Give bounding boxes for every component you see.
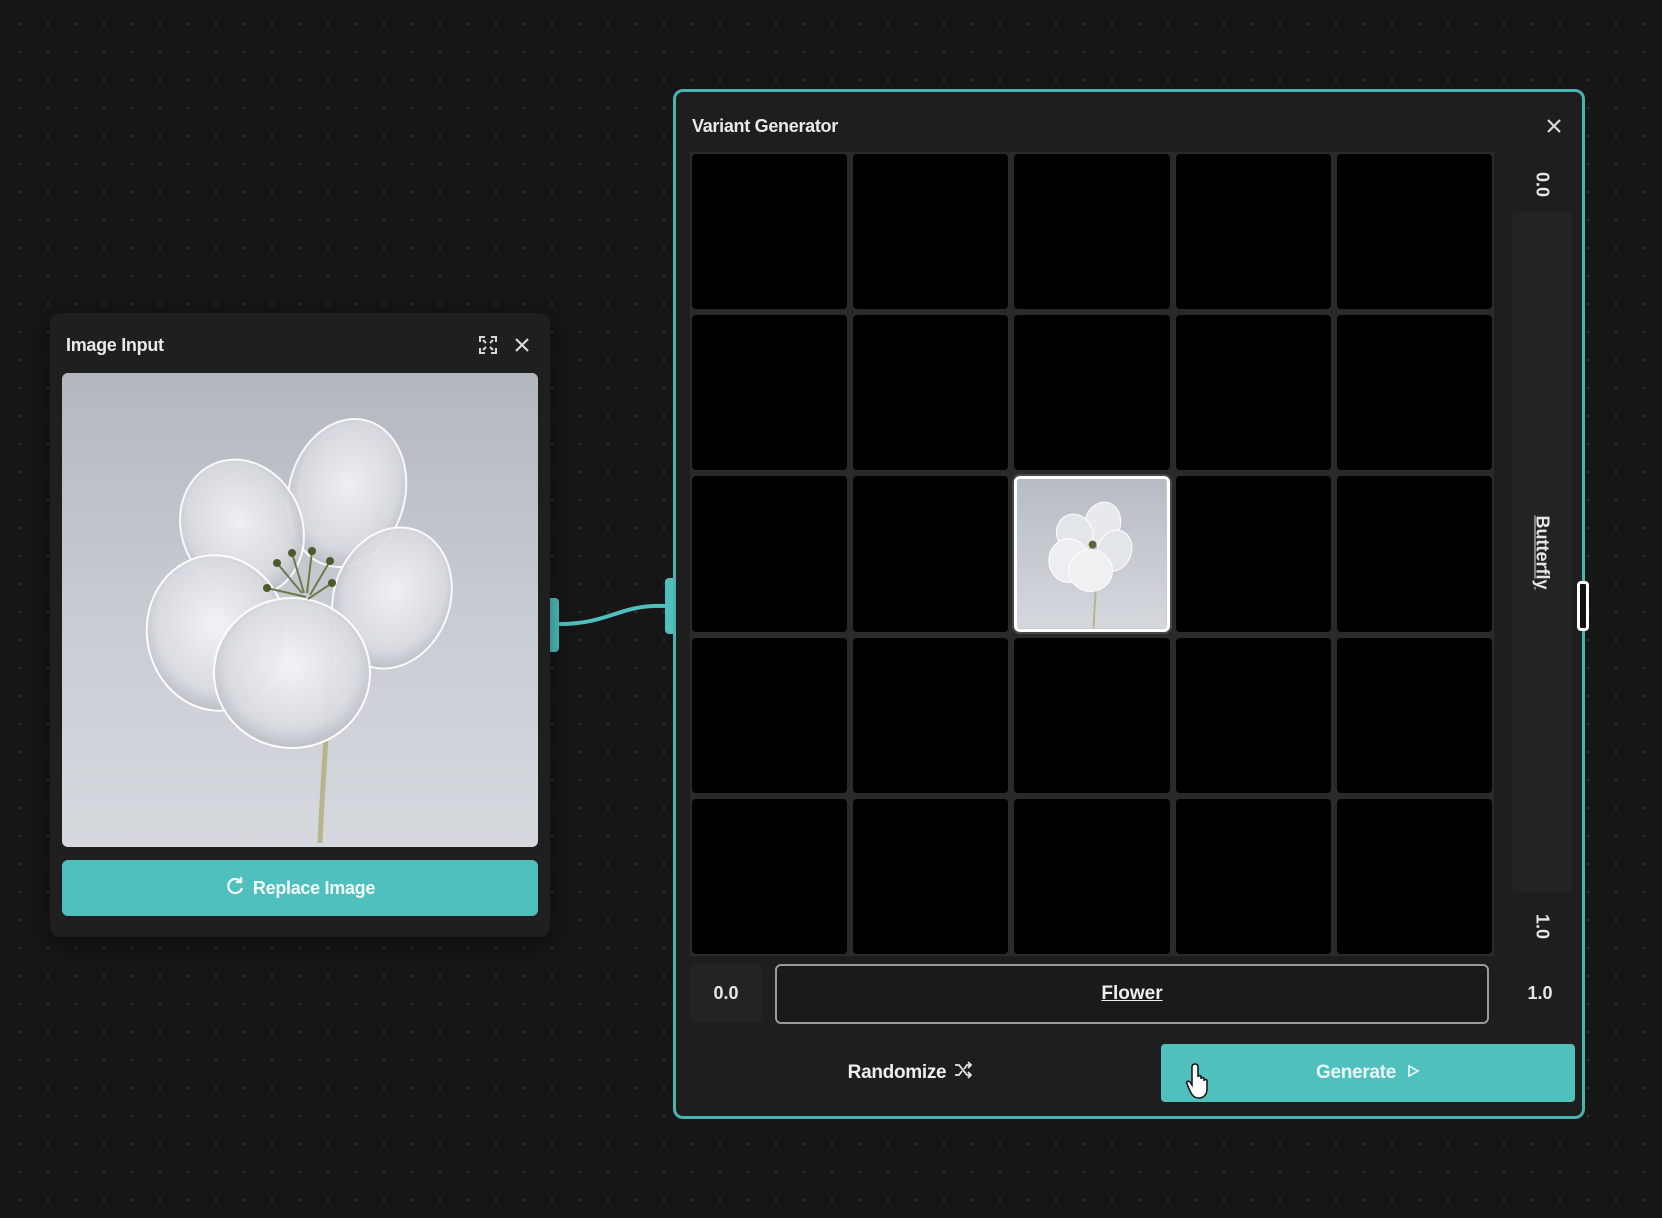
grid-cell[interactable] [1336,154,1492,310]
grid-cell[interactable] [853,637,1009,793]
image-input-node[interactable]: Image Input Replace Image [50,313,550,937]
close-icon[interactable] [512,335,532,355]
grid-cell[interactable] [692,476,848,632]
grid-cell[interactable] [853,315,1009,471]
play-icon [1406,1062,1420,1084]
grid-cell[interactable] [692,637,848,793]
vertical-axis-label[interactable]: Butterfly [1532,483,1553,623]
refresh-icon [225,876,245,901]
variant-generator-title: Variant Generator [692,116,838,136]
horizontal-axis-label-field[interactable]: Flower [775,964,1489,1024]
variant-generator-node[interactable]: Variant Generator 0.0 Butterfly 1.0 0.0 … [673,89,1589,1119]
horizontal-axis: 0.0 Flower 1.0 [690,964,1570,1024]
replace-image-label: Replace Image [252,877,376,898]
grid-cell[interactable] [692,315,848,471]
side-output-port[interactable] [1577,581,1589,631]
vertical-axis-min: 0.0 [1532,171,1553,198]
variant-grid [690,152,1494,956]
grid-cell[interactable] [1014,154,1170,310]
close-icon[interactable] [1544,116,1564,136]
grid-cell[interactable] [853,154,1009,310]
flower-image [145,418,453,844]
horizontal-axis-max: 1.0 [1527,982,1553,1003]
shuffle-icon [954,1061,973,1085]
grid-cell-selected[interactable] [1014,476,1170,632]
image-preview [62,373,538,847]
grid-cell[interactable] [1175,315,1331,471]
grid-cell[interactable] [1175,798,1331,954]
grid-cell[interactable] [1175,154,1331,310]
replace-image-button[interactable]: Replace Image [62,860,538,916]
generate-label: Generate [1316,1062,1396,1083]
vertical-axis: 0.0 Butterfly 1.0 [1512,152,1572,956]
grid-cell[interactable] [1336,798,1492,954]
flower-thumbnail [1017,479,1167,629]
randomize-label: Randomize [847,1062,947,1083]
vertical-axis-max: 1.0 [1532,913,1553,940]
generate-button[interactable]: Generate [1161,1044,1575,1102]
grid-cell[interactable] [853,476,1009,632]
grid-cell[interactable] [1336,476,1492,632]
grid-cell[interactable] [1336,315,1492,471]
grid-cell[interactable] [853,798,1009,954]
randomize-button[interactable]: Randomize [690,1044,1130,1102]
grid-cell[interactable] [1014,798,1170,954]
image-input-title: Image Input [66,335,164,355]
grid-cell[interactable] [1336,637,1492,793]
horizontal-axis-min: 0.0 [690,964,762,1022]
grid-cell[interactable] [1014,315,1170,471]
grid-cell[interactable] [692,798,848,954]
grid-cell[interactable] [1175,476,1331,632]
grid-cell[interactable] [1175,637,1331,793]
expand-icon[interactable] [478,335,498,355]
image-input-header-actions [478,335,532,355]
grid-cell[interactable] [692,154,848,310]
grid-cell[interactable] [1014,637,1170,793]
